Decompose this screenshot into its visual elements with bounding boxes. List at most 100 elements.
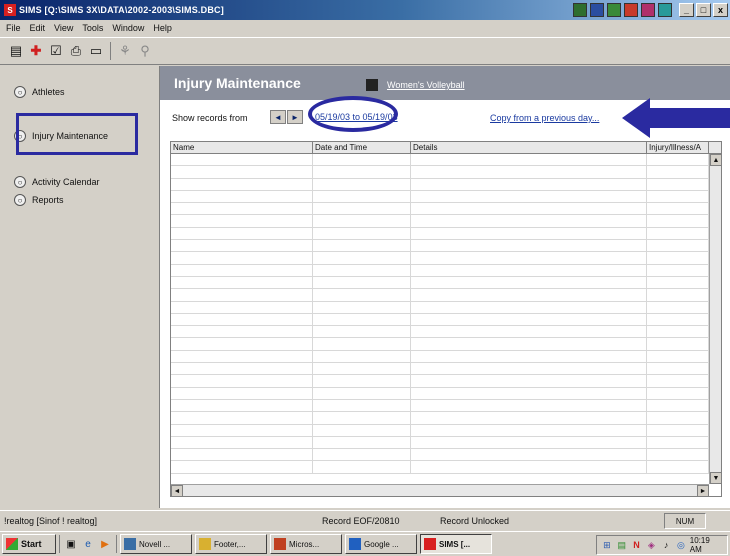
- title-tool-icon-3[interactable]: [607, 3, 621, 17]
- table-cell[interactable]: [171, 338, 313, 350]
- table-cell[interactable]: [171, 227, 313, 240]
- table-cell[interactable]: [411, 399, 647, 412]
- table-cell[interactable]: [313, 387, 411, 399]
- horizontal-scrollbar[interactable]: ◄ ►: [171, 484, 709, 497]
- copy-previous-day-link[interactable]: Copy from a previous day...: [490, 113, 599, 123]
- table-cell[interactable]: [647, 215, 709, 227]
- table-cell[interactable]: [411, 166, 647, 178]
- table-cell[interactable]: [647, 190, 709, 203]
- table-cell[interactable]: [411, 461, 647, 473]
- print-icon[interactable]: ⎙: [68, 43, 84, 59]
- volume-icon[interactable]: ♪: [660, 539, 672, 551]
- table-cell[interactable]: [313, 338, 411, 350]
- table-row[interactable]: [171, 350, 709, 364]
- table-cell[interactable]: [171, 178, 313, 190]
- table-cell[interactable]: [313, 449, 411, 461]
- sync-icon[interactable]: ◎: [675, 539, 687, 551]
- table-row[interactable]: [171, 338, 709, 351]
- table-row[interactable]: [171, 190, 709, 204]
- table-row[interactable]: [171, 326, 709, 339]
- help-icon[interactable]: ⚘: [117, 43, 133, 59]
- table-cell[interactable]: [313, 215, 411, 227]
- title-tool-icon-6[interactable]: [658, 3, 672, 17]
- table-row[interactable]: [171, 461, 709, 474]
- media-icon[interactable]: ▶: [98, 537, 112, 551]
- antivirus-icon[interactable]: ◈: [645, 539, 657, 551]
- task-google[interactable]: Google ...: [345, 534, 417, 554]
- menu-help[interactable]: Help: [153, 23, 172, 33]
- table-cell[interactable]: [313, 190, 411, 203]
- table-cell[interactable]: [171, 240, 313, 252]
- scroll-up-icon[interactable]: ▲: [710, 154, 722, 166]
- table-cell[interactable]: [647, 178, 709, 190]
- table-cell[interactable]: [411, 449, 647, 461]
- title-tool-icon-2[interactable]: [590, 3, 604, 17]
- group-link[interactable]: Women's Volleyball: [387, 80, 465, 90]
- table-row[interactable]: [171, 301, 709, 314]
- desktop-icon[interactable]: ▣: [64, 537, 78, 551]
- table-cell[interactable]: [411, 215, 647, 227]
- table-cell[interactable]: [313, 313, 411, 326]
- add-icon[interactable]: ✚: [28, 43, 44, 59]
- checkbox-icon[interactable]: ☑: [48, 43, 64, 59]
- table-cell[interactable]: [171, 326, 313, 338]
- table-row[interactable]: [171, 363, 709, 376]
- table-cell[interactable]: [313, 154, 411, 166]
- table-cell[interactable]: [411, 252, 647, 264]
- table-row[interactable]: [171, 289, 709, 302]
- novell-tray-icon[interactable]: N: [631, 539, 643, 551]
- menu-view[interactable]: View: [54, 23, 73, 33]
- table-cell[interactable]: [171, 375, 313, 387]
- table-cell[interactable]: [647, 240, 709, 252]
- table-cell[interactable]: [411, 424, 647, 436]
- table-row[interactable]: [171, 412, 709, 425]
- title-tool-icon-5[interactable]: [641, 3, 655, 17]
- table-cell[interactable]: [313, 399, 411, 412]
- table-cell[interactable]: [647, 350, 709, 363]
- table-cell[interactable]: [171, 154, 313, 166]
- table-cell[interactable]: [647, 301, 709, 313]
- scroll-left-icon[interactable]: ◄: [171, 485, 183, 497]
- task-novell[interactable]: Novell ...: [120, 534, 192, 554]
- table-row[interactable]: [171, 375, 709, 388]
- network-icon[interactable]: ⊞: [601, 539, 613, 551]
- sidebar-item-athletes[interactable]: ○ Athletes: [14, 86, 65, 98]
- browser-icon[interactable]: e: [81, 537, 95, 551]
- table-cell[interactable]: [313, 375, 411, 387]
- scroll-down-icon[interactable]: ▼: [710, 472, 722, 484]
- table-cell[interactable]: [313, 240, 411, 252]
- table-row[interactable]: [171, 449, 709, 462]
- sidebar-item-activity-calendar[interactable]: ○ Activity Calendar: [14, 176, 100, 188]
- table-row[interactable]: [171, 436, 709, 450]
- title-tool-icon-1[interactable]: [573, 3, 587, 17]
- table-cell[interactable]: [411, 350, 647, 363]
- table-cell[interactable]: [171, 449, 313, 461]
- table-cell[interactable]: [411, 227, 647, 240]
- table-row[interactable]: [171, 240, 709, 253]
- table-cell[interactable]: [411, 203, 647, 215]
- table-cell[interactable]: [647, 449, 709, 461]
- table-cell[interactable]: [647, 289, 709, 301]
- table-cell[interactable]: [647, 154, 709, 166]
- monitor-icon[interactable]: ▤: [616, 539, 628, 551]
- table-cell[interactable]: [171, 387, 313, 399]
- table-cell[interactable]: [171, 215, 313, 227]
- minimize-button[interactable]: _: [679, 3, 694, 17]
- table-cell[interactable]: [647, 338, 709, 350]
- table-cell[interactable]: [411, 264, 647, 276]
- previous-day-button[interactable]: ◄: [270, 110, 286, 124]
- table-cell[interactable]: [313, 326, 411, 338]
- table-cell[interactable]: [411, 240, 647, 252]
- table-cell[interactable]: [411, 276, 647, 289]
- table-cell[interactable]: [171, 350, 313, 363]
- table-row[interactable]: [171, 154, 709, 167]
- table-cell[interactable]: [647, 424, 709, 436]
- injury-grid[interactable]: Name Date and Time Details Injury/Illnes…: [170, 141, 722, 497]
- next-day-button[interactable]: ►: [287, 110, 303, 124]
- vertical-scrollbar[interactable]: ▲ ▼: [709, 154, 722, 484]
- start-button[interactable]: Start: [2, 534, 56, 554]
- table-cell[interactable]: [313, 264, 411, 276]
- table-cell[interactable]: [171, 264, 313, 276]
- table-cell[interactable]: [313, 412, 411, 424]
- table-cell[interactable]: [647, 375, 709, 387]
